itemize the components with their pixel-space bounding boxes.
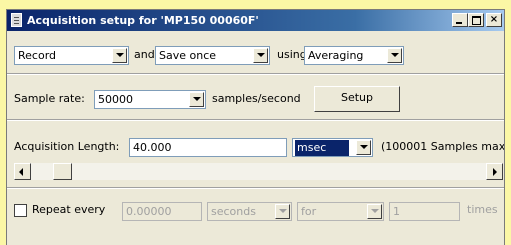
title-bar[interactable]: Acquisition setup for 'MP150 00060F' × bbox=[7, 10, 504, 31]
app-icon bbox=[11, 13, 22, 27]
acquisition-length-scrollbar[interactable] bbox=[14, 163, 503, 180]
mode-select[interactable]: Record bbox=[14, 46, 129, 65]
acquisition-length-label: Acquisition Length: bbox=[14, 140, 120, 153]
repeat-count-input[interactable]: 1 bbox=[389, 202, 460, 221]
arrow-right-icon[interactable] bbox=[486, 163, 503, 180]
minimize-button[interactable] bbox=[452, 13, 468, 27]
repeat-interval-input[interactable]: 0.00000 bbox=[122, 202, 202, 221]
mode-select-value: Record bbox=[18, 49, 57, 62]
method-select[interactable]: Averaging bbox=[304, 46, 404, 65]
chevron-down-icon[interactable] bbox=[275, 204, 290, 219]
max-samples-label: (100001 Samples max) bbox=[381, 140, 505, 153]
window-title: Acquisition setup for 'MP150 00060F' bbox=[27, 14, 259, 27]
repeat-count-mode-select[interactable]: for bbox=[297, 202, 384, 221]
close-icon: × bbox=[489, 14, 499, 25]
chevron-down-icon[interactable] bbox=[367, 204, 382, 219]
scrollbar-thumb[interactable] bbox=[53, 163, 72, 180]
length-unit-value: msec bbox=[295, 140, 349, 156]
close-button[interactable]: × bbox=[486, 13, 502, 27]
and-label: and bbox=[134, 48, 155, 61]
sample-rate-select[interactable]: 50000 bbox=[94, 90, 206, 109]
repeat-interval-unit-select[interactable]: seconds bbox=[207, 202, 292, 221]
repeat-count-value: 1 bbox=[393, 205, 400, 218]
save-mode-value: Save once bbox=[159, 49, 217, 62]
length-unit-select[interactable]: msec bbox=[292, 138, 373, 157]
chevron-down-icon[interactable] bbox=[112, 48, 127, 63]
repeat-section: Repeat every 0.00000 seconds for 1 times bbox=[7, 189, 504, 234]
times-label: times bbox=[467, 203, 498, 216]
repeat-count-mode-value: for bbox=[301, 205, 317, 218]
repeat-interval-unit-value: seconds bbox=[211, 205, 256, 218]
setup-button[interactable]: Setup bbox=[314, 86, 400, 112]
chevron-down-icon[interactable] bbox=[356, 140, 371, 155]
chevron-down-icon[interactable] bbox=[189, 92, 204, 107]
acquisition-setup-window: Acquisition setup for 'MP150 00060F' × R… bbox=[6, 9, 505, 245]
samples-per-second-label: samples/second bbox=[212, 92, 301, 105]
repeat-every-label: Repeat every bbox=[32, 203, 106, 216]
acquisition-length-input[interactable]: 40.000 bbox=[129, 138, 287, 157]
method-select-value: Averaging bbox=[308, 49, 364, 62]
sample-rate-section: Sample rate: 50000 samples/second Setup bbox=[7, 75, 504, 120]
save-mode-select[interactable]: Save once bbox=[155, 46, 270, 65]
chevron-down-icon[interactable] bbox=[387, 48, 402, 63]
mode-section: Record and Save once using Averaging bbox=[7, 32, 504, 74]
maximize-button[interactable] bbox=[468, 13, 484, 27]
arrow-left-icon[interactable] bbox=[14, 163, 31, 180]
acquisition-length-value: 40.000 bbox=[133, 141, 172, 154]
sample-rate-value: 50000 bbox=[98, 93, 133, 106]
repeat-interval-value: 0.00000 bbox=[126, 205, 172, 218]
using-label: using bbox=[277, 48, 307, 61]
repeat-checkbox[interactable] bbox=[14, 204, 27, 217]
chevron-down-icon[interactable] bbox=[253, 48, 268, 63]
sample-rate-label: Sample rate: bbox=[14, 92, 85, 105]
acquisition-length-section: Acquisition Length: 40.000 msec (100001 … bbox=[7, 121, 504, 188]
